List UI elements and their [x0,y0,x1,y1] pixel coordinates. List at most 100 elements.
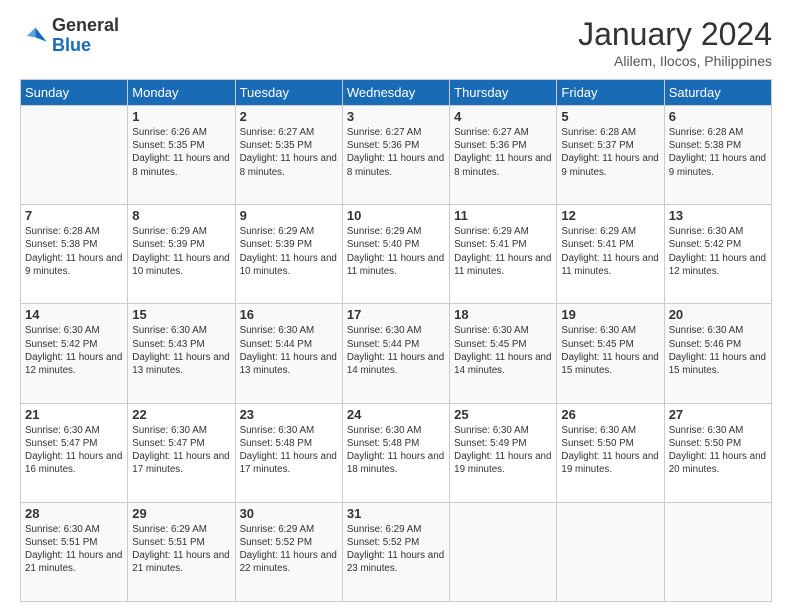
day-info: Sunrise: 6:30 AMSunset: 5:50 PMDaylight:… [669,424,767,477]
calendar-week-4: 21 Sunrise: 6:30 AMSunset: 5:47 PMDayligh… [21,403,772,502]
calendar-cell: 6 Sunrise: 6:28 AMSunset: 5:38 PMDaylight… [664,106,771,205]
col-thursday: Thursday [450,80,557,106]
calendar-cell: 10 Sunrise: 6:29 AMSunset: 5:40 PMDayligh… [342,205,449,304]
calendar-cell: 2Sunrise: 6:27 AMSunset: 5:35 PMDaylight… [235,106,342,205]
day-info: Sunrise: 6:30 AMSunset: 5:50 PMDaylight:… [561,424,659,477]
calendar-cell [664,502,771,601]
calendar-cell [21,106,128,205]
calendar-cell: 13Sunrise: 6:30 AMSunset: 5:42 PMDayligh… [664,205,771,304]
day-info: Sunrise: 6:28 AMSunset: 5:38 PMDaylight:… [25,225,123,278]
main-title: January 2024 [578,16,772,53]
calendar-week-5: 28 Sunrise: 6:30 AMSunset: 5:51 PMDayligh… [21,502,772,601]
day-number: 4 [454,109,552,124]
calendar-cell: 26 Sunrise: 6:30 AMSunset: 5:50 PMDayligh… [557,403,664,502]
day-number: 6 [669,109,767,124]
day-number: 16 [240,307,338,322]
calendar-cell: 21 Sunrise: 6:30 AMSunset: 5:47 PMDayligh… [21,403,128,502]
calendar-cell [450,502,557,601]
calendar-cell: 15Sunrise: 6:30 AMSunset: 5:43 PMDayligh… [128,304,235,403]
day-info: Sunrise: 6:29 AMSunset: 5:40 PMDaylight:… [347,225,445,278]
day-info: Sunrise: 6:30 AMSunset: 5:42 PMDaylight:… [669,225,767,278]
calendar-cell: 20 Sunrise: 6:30 AMSunset: 5:46 PMDayligh… [664,304,771,403]
col-friday: Friday [557,80,664,106]
col-saturday: Saturday [664,80,771,106]
col-tuesday: Tuesday [235,80,342,106]
calendar-table: Sunday Monday Tuesday Wednesday Thursday… [20,79,772,602]
calendar-cell: 9 Sunrise: 6:29 AMSunset: 5:39 PMDaylight… [235,205,342,304]
page: General Blue January 2024 Alilem, Ilocos… [0,0,792,612]
calendar-cell: 24 Sunrise: 6:30 AMSunset: 5:48 PMDayligh… [342,403,449,502]
subtitle: Alilem, Ilocos, Philippines [578,53,772,69]
logo: General Blue [20,16,119,56]
day-info: Sunrise: 6:30 AMSunset: 5:47 PMDaylight:… [25,424,123,477]
calendar-week-3: 14 Sunrise: 6:30 AMSunset: 5:42 PMDayligh… [21,304,772,403]
day-info: Sunrise: 6:30 AMSunset: 5:47 PMDaylight:… [132,424,230,477]
day-number: 28 [25,506,123,521]
day-info: Sunrise: 6:30 AMSunset: 5:48 PMDaylight:… [347,424,445,477]
title-block: January 2024 Alilem, Ilocos, Philippines [578,16,772,69]
day-number: 19 [561,307,659,322]
calendar-cell: 28 Sunrise: 6:30 AMSunset: 5:51 PMDayligh… [21,502,128,601]
day-info: Sunrise: 6:30 AMSunset: 5:44 PMDaylight:… [240,324,338,377]
day-number: 23 [240,407,338,422]
day-number: 9 [240,208,338,223]
day-info: Sunrise: 6:29 AMSunset: 5:41 PMDaylight:… [561,225,659,278]
day-number: 7 [25,208,123,223]
calendar-cell: 14 Sunrise: 6:30 AMSunset: 5:42 PMDayligh… [21,304,128,403]
calendar-cell: 19 Sunrise: 6:30 AMSunset: 5:45 PMDayligh… [557,304,664,403]
day-info: Sunrise: 6:30 AMSunset: 5:51 PMDaylight:… [25,523,123,576]
day-info: Sunrise: 6:27 AMSunset: 5:36 PMDaylight:… [347,126,445,179]
day-number: 17 [347,307,445,322]
day-info: Sunrise: 6:30 AMSunset: 5:42 PMDaylight:… [25,324,123,377]
calendar-cell: 17 Sunrise: 6:30 AMSunset: 5:44 PMDayligh… [342,304,449,403]
day-info: Sunrise: 6:30 AMSunset: 5:46 PMDaylight:… [669,324,767,377]
day-number: 20 [669,307,767,322]
calendar-cell: 8 Sunrise: 6:29 AMSunset: 5:39 PMDaylight… [128,205,235,304]
day-info: Sunrise: 6:29 AMSunset: 5:51 PMDaylight:… [132,523,230,576]
calendar-cell [557,502,664,601]
day-number: 15 [132,307,230,322]
col-monday: Monday [128,80,235,106]
day-number: 26 [561,407,659,422]
day-number: 8 [132,208,230,223]
day-number: 24 [347,407,445,422]
day-info: Sunrise: 6:30 AMSunset: 5:45 PMDaylight:… [454,324,552,377]
day-info: Sunrise: 6:30 AMSunset: 5:45 PMDaylight:… [561,324,659,377]
day-info: Sunrise: 6:30 AMSunset: 5:44 PMDaylight:… [347,324,445,377]
calendar-cell: 27 Sunrise: 6:30 AMSunset: 5:50 PMDayligh… [664,403,771,502]
calendar-cell: 25Sunrise: 6:30 AMSunset: 5:49 PMDayligh… [450,403,557,502]
calendar-cell: 3Sunrise: 6:27 AMSunset: 5:36 PMDaylight… [342,106,449,205]
day-info: Sunrise: 6:29 AMSunset: 5:39 PMDaylight:… [240,225,338,278]
day-number: 5 [561,109,659,124]
day-number: 27 [669,407,767,422]
day-number: 14 [25,307,123,322]
calendar-cell: 23Sunrise: 6:30 AMSunset: 5:48 PMDayligh… [235,403,342,502]
calendar-cell: 29 Sunrise: 6:29 AMSunset: 5:51 PMDayligh… [128,502,235,601]
calendar-cell: 4Sunrise: 6:27 AMSunset: 5:36 PMDaylight… [450,106,557,205]
day-info: Sunrise: 6:29 AMSunset: 5:39 PMDaylight:… [132,225,230,278]
day-info: Sunrise: 6:28 AMSunset: 5:38 PMDaylight:… [669,126,767,179]
col-wednesday: Wednesday [342,80,449,106]
day-number: 11 [454,208,552,223]
calendar-cell: 16 Sunrise: 6:30 AMSunset: 5:44 PMDayligh… [235,304,342,403]
day-info: Sunrise: 6:26 AMSunset: 5:35 PMDaylight:… [132,126,230,179]
calendar-header-row: Sunday Monday Tuesday Wednesday Thursday… [21,80,772,106]
calendar-cell: 31 Sunrise: 6:29 AMSunset: 5:52 PMDayligh… [342,502,449,601]
day-info: Sunrise: 6:28 AMSunset: 5:37 PMDaylight:… [561,126,659,179]
day-number: 2 [240,109,338,124]
calendar-week-1: 1 Sunrise: 6:26 AMSunset: 5:35 PMDaylight… [21,106,772,205]
day-info: Sunrise: 6:29 AMSunset: 5:52 PMDaylight:… [347,523,445,576]
day-number: 21 [25,407,123,422]
day-number: 18 [454,307,552,322]
day-number: 29 [132,506,230,521]
calendar-cell: 12Sunrise: 6:29 AMSunset: 5:41 PMDayligh… [557,205,664,304]
day-number: 1 [132,109,230,124]
day-info: Sunrise: 6:29 AMSunset: 5:41 PMDaylight:… [454,225,552,278]
day-info: Sunrise: 6:29 AMSunset: 5:52 PMDaylight:… [240,523,338,576]
calendar-cell: 1 Sunrise: 6:26 AMSunset: 5:35 PMDaylight… [128,106,235,205]
logo-text: General Blue [52,16,119,56]
day-number: 31 [347,506,445,521]
calendar-cell: 7 Sunrise: 6:28 AMSunset: 5:38 PMDaylight… [21,205,128,304]
calendar-cell: 22Sunrise: 6:30 AMSunset: 5:47 PMDayligh… [128,403,235,502]
day-number: 10 [347,208,445,223]
